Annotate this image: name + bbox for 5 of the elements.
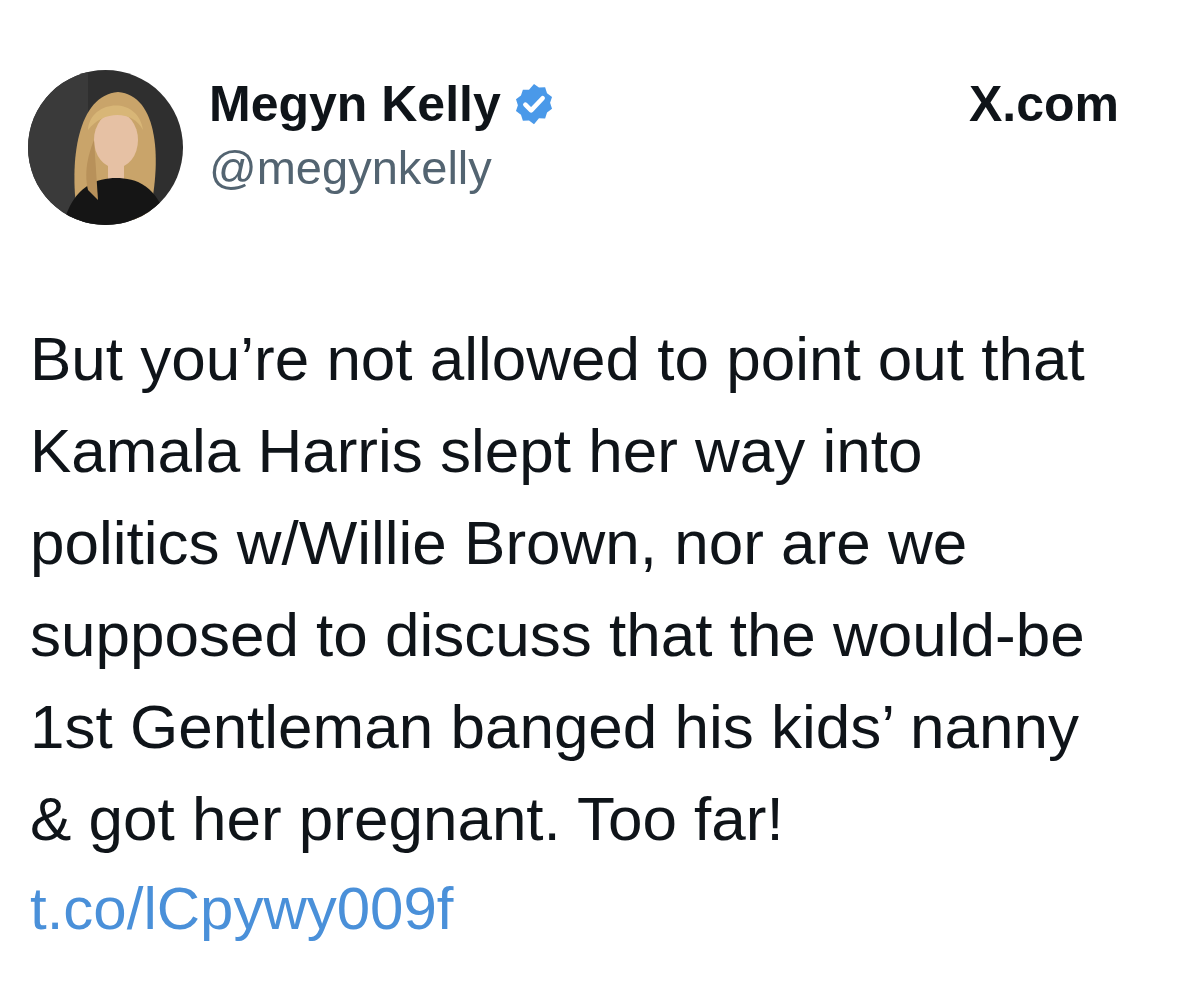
post-text: But you’re not allowed to point out that Kamala Harris slept her way into politics w/Willie Brown, nor are we supposed to discuss that the would-be 1st Gentleman banged his kids’ nanny & got her pregnant. Too far! <box>30 323 1086 855</box>
source-label: X.com <box>968 75 1119 134</box>
author-name[interactable]: Megyn Kelly <box>209 74 501 134</box>
post-link[interactable]: t.co/lCpywy009f <box>30 863 454 955</box>
author-handle[interactable]: @megynkelly <box>209 138 557 198</box>
